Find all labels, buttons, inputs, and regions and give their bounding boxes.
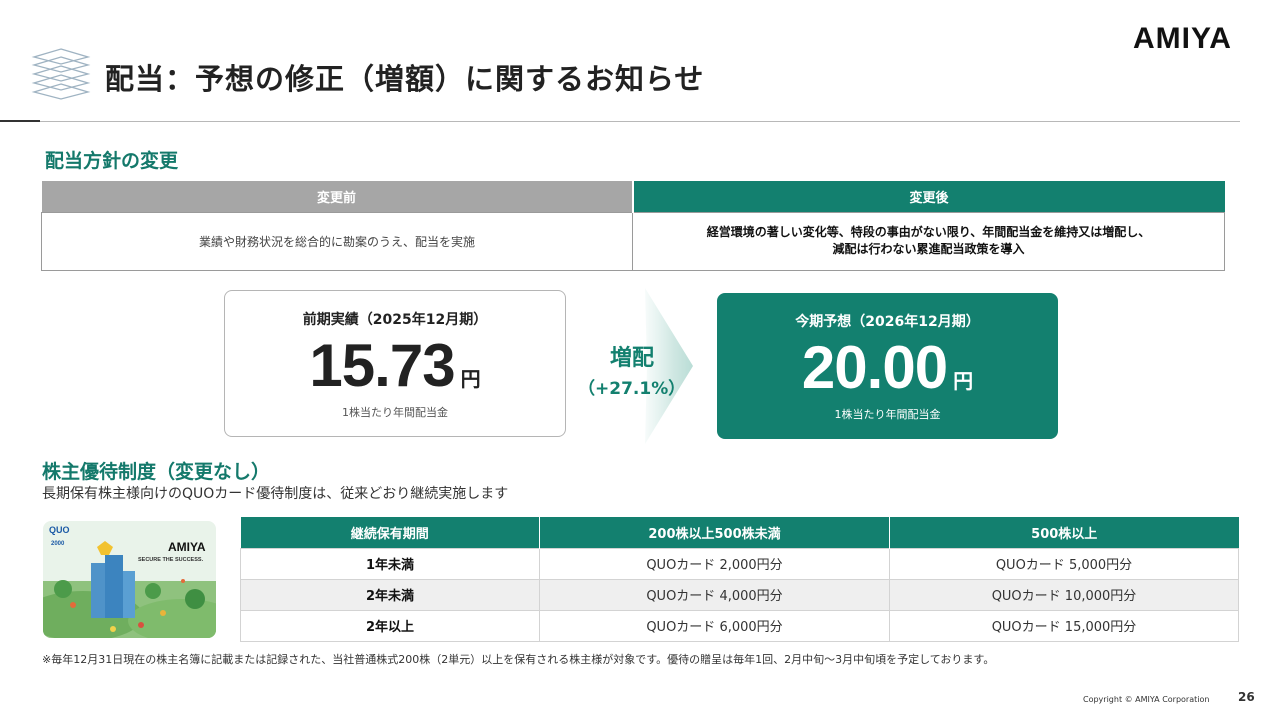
quo-card-tagline: SECURE THE SUCCESS.: [138, 557, 204, 563]
increase-percent: （+27.1%）: [578, 379, 686, 399]
previous-value: 15.73: [309, 332, 455, 399]
layers-icon: [31, 48, 91, 100]
benefit-period: 2年未満: [240, 578, 540, 611]
table-row: 2年未満 QUOカード 4,000円分 QUOカード 10,000円分: [240, 578, 1239, 611]
quo-card-quo: QUO: [49, 525, 70, 535]
benefit-col-500: 500株以上: [889, 517, 1239, 548]
page-title: 配当：予想の修正（増額）に関するお知らせ: [105, 62, 705, 96]
policy-after-text: 経営環境の著しい変化等、特段の事由がない限り、年間配当金を維持又は増配し、 減配…: [632, 211, 1225, 271]
increase-label: 増配: [609, 346, 654, 371]
policy-table: 変更前 変更後 業績や財務状況を総合的に勘案のうえ、配当を実施 経営環境の著しい…: [41, 181, 1225, 271]
policy-heading: 配当方針の変更: [45, 150, 179, 172]
benefit-table: 継続保有期間 200株以上500株未満 500株以上 1年未満 QUOカード 2…: [240, 517, 1239, 642]
policy-before-text: 業績や財務状況を総合的に勘案のうえ、配当を実施: [41, 211, 633, 271]
benefit-note: ※毎年12月31日現在の株主名簿に記載または記録された、当社普通株式200株（2…: [42, 653, 995, 666]
forecast-sub: 1株当たり年間配当金: [834, 408, 941, 421]
policy-after-header: 変更後: [632, 181, 1225, 212]
benefit-value: QUOカード 10,000円分: [889, 578, 1239, 611]
benefit-col-200: 200株以上500株未満: [539, 517, 890, 548]
forecast-value: 20.00: [801, 334, 948, 401]
benefit-value: QUOカード 15,000円分: [889, 609, 1239, 642]
benefit-value: QUOカード 2,000円分: [539, 547, 890, 580]
benefit-value: QUOカード 5,000円分: [889, 547, 1239, 580]
yutai-heading: 株主優待制度（変更なし）: [42, 461, 271, 483]
table-row: 2年以上 QUOカード 6,000円分 QUOカード 15,000円分: [240, 609, 1239, 642]
table-row: 1年未満 QUOカード 2,000円分 QUOカード 5,000円分: [240, 547, 1239, 580]
policy-after-line2: 減配は行わない累進配当政策を導入: [832, 242, 1025, 256]
header-divider: [40, 121, 1240, 122]
forecast-dividend-card: 今期予想（2026年12月期） 20.00 円 1株当たり年間配当金: [717, 293, 1058, 439]
quo-card-amount: 2000: [51, 541, 65, 547]
previous-sub: 1株当たり年間配当金: [342, 406, 448, 419]
benefit-period: 2年以上: [240, 609, 540, 642]
previous-unit: 円: [460, 367, 481, 391]
previous-value-row: 15.73 円: [225, 331, 565, 400]
forecast-unit: 円: [953, 369, 974, 393]
header-divider-accent: [0, 120, 40, 122]
yutai-subtitle: 長期保有株主様向けのQUOカード優待制度は、従来どおり継続実施します: [42, 486, 509, 502]
quo-card-brand: AMIYA: [168, 540, 206, 554]
forecast-label: 今期予想（2026年12月期）: [795, 314, 980, 330]
copyright: Copyright © AMIYA Corporation: [1083, 695, 1210, 704]
previous-label: 前期実績（2025年12月期）: [302, 312, 488, 328]
quo-card-image: QUO 2000 AMIYA SECURE THE SUCCESS.: [43, 521, 216, 638]
forecast-value-row: 20.00 円: [717, 333, 1058, 402]
policy-after-line1: 経営環境の著しい変化等、特段の事由がない限り、年間配当金を維持又は増配し、: [706, 225, 1151, 240]
previous-dividend-card: 前期実績（2025年12月期） 15.73 円 1株当たり年間配当金: [224, 290, 566, 437]
brand-logo: AMIYA: [1133, 22, 1232, 55]
policy-before-header: 変更前: [41, 181, 634, 212]
benefit-value: QUOカード 4,000円分: [539, 578, 890, 611]
benefit-col-period: 継続保有期間: [240, 517, 540, 548]
benefit-period: 1年未満: [240, 547, 540, 580]
benefit-value: QUOカード 6,000円分: [539, 609, 890, 642]
page-number: 26: [1238, 690, 1255, 704]
